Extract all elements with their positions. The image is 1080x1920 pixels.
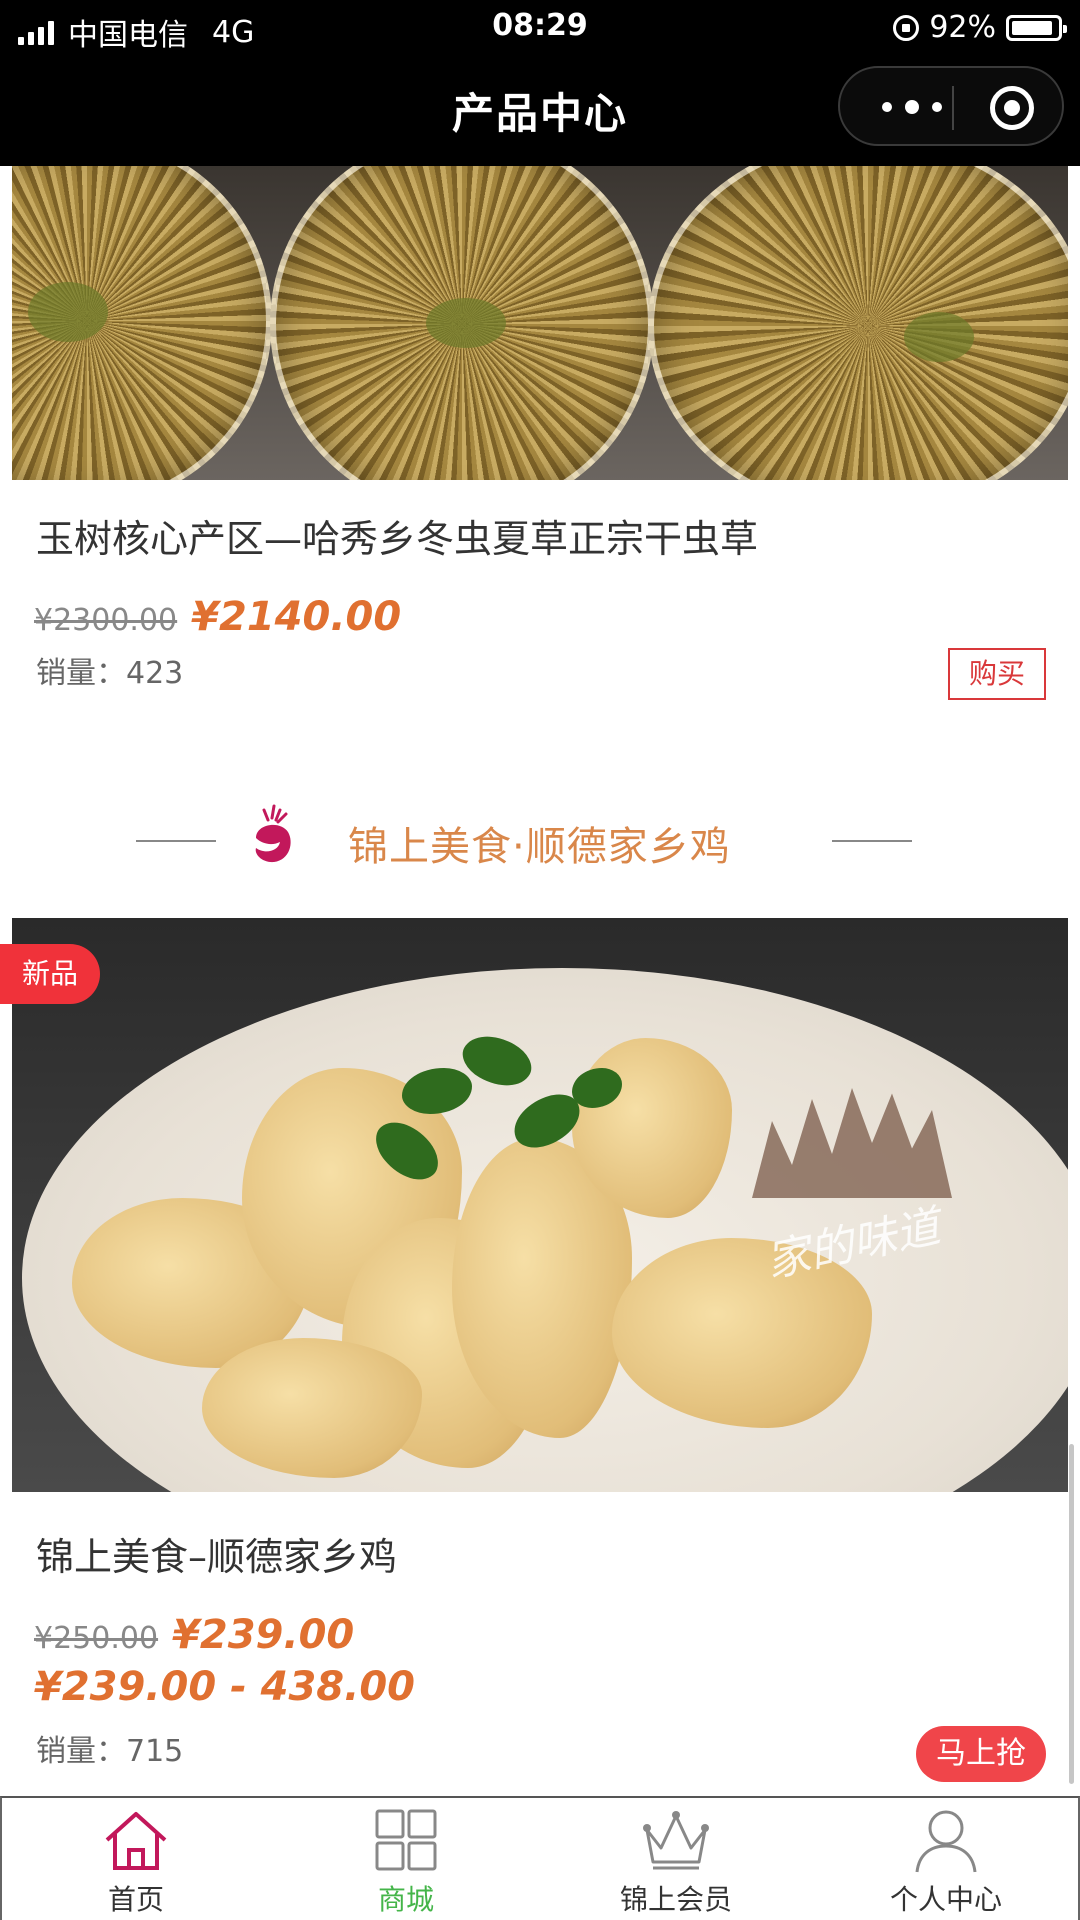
crown-icon [643,1811,709,1870]
product-title[interactable]: 锦上美食–顺德家乡鸡 [36,1526,397,1581]
product-image-cordyceps[interactable] [12,166,1068,480]
miniprogram-capsule [838,66,1064,146]
heading-line-left [136,840,216,842]
user-icon [915,1810,977,1873]
original-price: ¥2300.00 [34,603,178,638]
original-price: ¥250.00 [34,1621,159,1656]
product-title[interactable]: 玉树核心产区—哈秀乡冬虫夏草正宗干虫草 [36,508,758,563]
tab-label: 商城 [377,1883,434,1916]
sales-count: 销量：423 [36,648,183,692]
section-heading: 锦上美食·顺德家乡鸡 [0,800,1080,880]
tab-mall[interactable]: 商城 [306,1808,506,1918]
sales-label: 销量： [36,1734,126,1769]
tab-label: 锦上会员 [619,1883,732,1916]
price-range: ¥239.00 - 438.00 [34,1664,415,1710]
price-row: ¥250.00 ¥239.00 [34,1612,354,1658]
sale-price: ¥239.00 [172,1612,355,1658]
grid-icon [375,1809,437,1871]
tab-bar: 首页 商城 锦上会员 个人中心 [0,1796,1080,1920]
sales-count: 销量：715 [36,1726,183,1770]
home-icon [105,1812,167,1870]
battery-icon [1006,14,1067,41]
rotation-lock-icon [893,14,920,41]
buy-button[interactable]: 购买 [948,648,1046,700]
capsule-divider [952,86,954,130]
sale-price: ¥2140.00 [191,594,402,640]
new-badge: 新品 [0,944,100,1004]
nav-bar: 产品中心 [0,56,1080,166]
scrollbar[interactable] [1069,1444,1074,1784]
more-menu-icon[interactable] [874,92,950,122]
tab-label: 首页 [107,1883,164,1916]
grab-now-button[interactable]: 马上抢 [916,1726,1046,1782]
status-bar: 中国电信 4G 08:29 92% [0,0,1080,56]
close-miniprogram-icon[interactable] [990,86,1034,130]
battery-percent: 92% [929,10,996,45]
sales-value: 715 [126,1734,184,1769]
tab-membership[interactable]: 锦上会员 [576,1808,776,1918]
section-title: 锦上美食·顺德家乡鸡 [348,824,731,870]
tab-home[interactable]: 首页 [36,1808,236,1918]
tab-profile[interactable]: 个人中心 [846,1808,1046,1918]
deer-logo-icon [255,804,291,863]
price-row: ¥2300.00 ¥2140.00 [34,594,401,640]
tab-label: 个人中心 [889,1883,1002,1916]
sales-label: 销量： [36,656,126,691]
heading-line-right [832,840,912,842]
product-image-chicken[interactable]: 家的味道 [12,918,1068,1492]
sales-value: 423 [126,656,184,691]
